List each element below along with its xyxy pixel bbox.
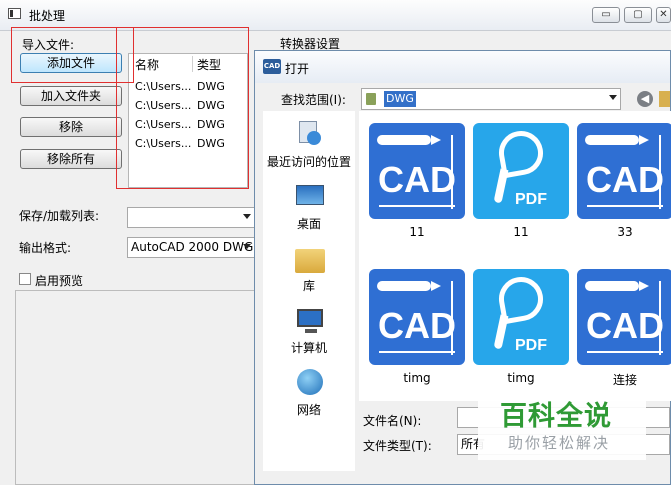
table-row[interactable]: C:\Users... DWG	[129, 135, 247, 153]
look-in-value: DWG	[384, 91, 416, 107]
window-title: 批处理	[29, 9, 66, 23]
row-type: DWG	[197, 99, 225, 112]
recent-places-icon	[293, 119, 325, 147]
watermark-logo: 百科全说 助你轻松解决	[478, 392, 646, 460]
main-titlebar: 批处理 ▭ ▢ ✕	[0, 0, 671, 31]
place-recent[interactable]: 最近访问的位置	[263, 117, 355, 173]
column-divider	[192, 56, 193, 72]
back-arrow-icon[interactable]: ◀	[637, 91, 653, 107]
cad-file-icon: CAD	[577, 269, 671, 365]
place-label: 网络	[296, 403, 321, 417]
watermark-sub-text: 助你轻松解决	[508, 434, 611, 452]
place-label: 桌面	[296, 217, 321, 231]
cad-file-icon: CAD	[577, 123, 671, 219]
add-file-button[interactable]: 添加文件	[20, 53, 122, 73]
remove-all-button[interactable]: 移除所有	[20, 149, 122, 169]
chevron-down-icon	[609, 95, 617, 100]
row-type: DWG	[197, 80, 225, 93]
desktop-icon	[293, 183, 325, 211]
preview-area	[15, 290, 255, 485]
watermark-main-text: 百科全说	[500, 401, 612, 432]
place-label: 库	[302, 279, 315, 293]
cad-app-icon: CAD	[263, 59, 281, 74]
close-button[interactable]: ✕	[656, 7, 671, 23]
places-bar: 最近访问的位置 桌面 库 计算机 网络	[263, 111, 355, 471]
column-header-type[interactable]: 类型	[197, 56, 221, 73]
file-name: 33	[617, 225, 633, 239]
minimize-button[interactable]: ▭	[592, 7, 620, 23]
place-computer[interactable]: 计算机	[263, 305, 355, 361]
place-label: 最近访问的位置	[266, 155, 351, 169]
library-icon	[293, 245, 325, 273]
row-name: C:\Users...	[135, 118, 192, 131]
chevron-down-icon	[243, 214, 251, 219]
computer-icon	[293, 307, 325, 335]
output-format-combo[interactable]: AutoCAD 2000 DWG	[127, 237, 255, 258]
row-name: C:\Users...	[135, 80, 192, 93]
table-row[interactable]: C:\Users... DWG	[129, 78, 247, 96]
table-row[interactable]: C:\Users... DWG	[129, 116, 247, 134]
cad-file-icon: CAD	[369, 269, 465, 365]
save-load-list-combo[interactable]	[127, 207, 255, 228]
file-view[interactable]: CAD 11 PDF 11 CAD 33 CAD timg PDF timg C…	[359, 111, 671, 401]
remove-button[interactable]: 移除	[20, 117, 122, 137]
enable-preview-label: 启用预览	[35, 274, 84, 288]
column-header-name[interactable]: 名称	[135, 56, 159, 73]
output-format-value: AutoCAD 2000 DWG	[131, 240, 254, 254]
pdf-file-icon: PDF	[473, 269, 569, 365]
add-folder-button[interactable]: 加入文件夹	[20, 86, 122, 106]
place-desktop[interactable]: 桌面	[263, 181, 355, 237]
file-name: 连接	[612, 373, 637, 387]
table-row[interactable]: C:\Users... DWG	[129, 97, 247, 115]
row-type: DWG	[197, 137, 225, 150]
look-in-label: 查找范围(I):	[281, 93, 346, 107]
folder-icon	[366, 93, 376, 105]
output-format-label: 输出格式:	[19, 241, 72, 255]
file-name: 11	[513, 225, 529, 239]
app-icon	[8, 8, 21, 19]
file-list-table[interactable]: 名称 类型 C:\Users... DWG C:\Users... DWG C:…	[128, 53, 248, 188]
maximize-button[interactable]: ▢	[624, 7, 652, 23]
place-library[interactable]: 库	[263, 243, 355, 299]
place-label: 计算机	[290, 341, 327, 355]
dialog-title: 打开	[285, 62, 310, 76]
file-name-label: 文件名(N):	[363, 414, 422, 428]
chevron-down-icon	[243, 244, 251, 249]
file-name: timg	[507, 371, 535, 385]
row-type: DWG	[197, 118, 225, 131]
row-name: C:\Users...	[135, 137, 192, 150]
row-name: C:\Users...	[135, 99, 192, 112]
file-type-label: 文件类型(T):	[363, 439, 432, 453]
cad-file-icon: CAD	[369, 123, 465, 219]
dialog-titlebar: CAD 打开	[255, 51, 670, 83]
network-icon	[293, 369, 325, 397]
import-files-label: 导入文件:	[22, 38, 75, 52]
pdf-file-icon: PDF	[473, 123, 569, 219]
file-name: timg	[403, 371, 431, 385]
save-load-list-label: 保存/加载列表:	[19, 209, 100, 223]
look-in-combo[interactable]: DWG	[361, 88, 621, 110]
place-network[interactable]: 网络	[263, 367, 355, 423]
up-folder-icon[interactable]	[659, 91, 670, 107]
file-name: 11	[409, 225, 425, 239]
enable-preview-checkbox[interactable]	[19, 273, 31, 285]
